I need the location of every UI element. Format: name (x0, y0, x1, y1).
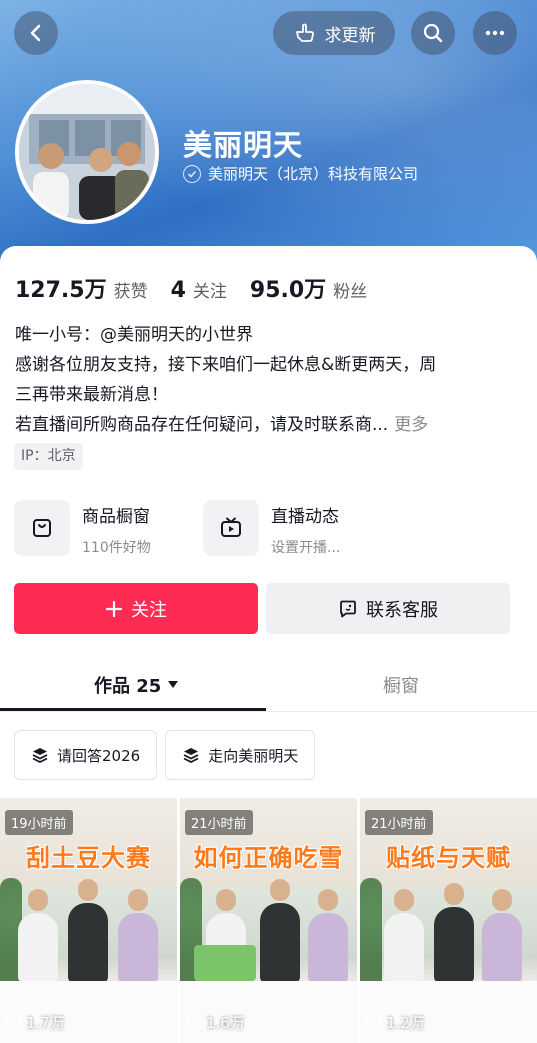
followers-label: 粉丝 (333, 282, 368, 302)
heart-icon (366, 1016, 382, 1030)
bio-line: 感谢各位朋友支持，接下来咱们一起休息&断更两天，周 (15, 355, 437, 375)
tv-icon (203, 500, 259, 556)
collection-chip[interactable]: 走向美丽明天 (165, 730, 316, 780)
video-time: 21小时前 (365, 810, 433, 835)
avatar[interactable] (15, 80, 159, 224)
video-title: 贴纸与天赋 (386, 844, 511, 872)
profile-card: 127.5万 获赞 4 关注 95.0万 粉丝 唯一小号：@美丽明天的小世界 感… (0, 246, 537, 1043)
followers-count[interactable]: 95.0万 (250, 272, 326, 304)
video-likes: 1.2万 (366, 1012, 425, 1033)
video-title: 刮土豆大赛 (26, 844, 151, 872)
video-thumbnail[interactable]: 21小时前 如何正确吃雪 1.6万 (180, 798, 357, 1043)
heart-icon (186, 1016, 202, 1030)
likes-count[interactable]: 127.5万 (15, 272, 107, 304)
video-time: 21小时前 (185, 810, 253, 835)
profile-tabs: 作品 25 橱窗 (0, 660, 537, 712)
video-likes-count: 1.2万 (386, 1014, 425, 1032)
tabs-divider (0, 711, 537, 712)
video-time: 19小时前 (5, 810, 73, 835)
shop-window-title: 商品橱窗 (82, 507, 150, 527)
chat-icon (340, 600, 356, 617)
live-status-subtitle: 设置开播... (271, 540, 341, 556)
follow-button[interactable]: 关注 (14, 583, 258, 634)
plus-icon (105, 600, 123, 617)
layers-icon (32, 748, 48, 764)
follow-label: 关注 (131, 599, 167, 621)
following-label: 关注 (192, 282, 227, 302)
likes-label: 获赞 (113, 282, 148, 302)
search-button[interactable] (411, 11, 455, 55)
bio-line: 三再带来最新消息！ (15, 385, 168, 405)
bio-line-text: 若直播间所购商品存在任何疑问，请及时联系商... (15, 415, 389, 435)
search-icon (423, 23, 443, 43)
contact-label: 联系客服 (366, 599, 438, 621)
collection-chip[interactable]: 请回答2026 (14, 730, 158, 780)
snack-bags (194, 945, 256, 981)
video-thumbnail[interactable]: 21小时前 贴纸与天赋 1.2万 (360, 798, 537, 1043)
tab-showcase[interactable]: 橱窗 (383, 672, 419, 698)
video-likes: 1.6万 (186, 1012, 245, 1033)
video-likes-count: 1.6万 (206, 1014, 245, 1032)
verified-badge-icon (183, 164, 201, 183)
live-status-entry[interactable]: 直播动态 设置开播... (203, 500, 340, 557)
video-likes-count: 1.7万 (26, 1014, 65, 1032)
collection-chips: 请回答2026 走向美丽明天 (14, 730, 316, 780)
video-thumbnail[interactable]: 19小时前 刮土豆大赛 1.7万 (0, 798, 177, 1043)
following-count[interactable]: 4 (171, 278, 186, 303)
collection-chip-label: 请回答2026 (57, 746, 141, 765)
bag-icon (14, 500, 70, 556)
profile-name: 美丽明天 (183, 128, 304, 162)
request-update-label: 求更新 (324, 25, 376, 46)
bio-more-link[interactable]: 更多 (394, 415, 428, 435)
bio-line: 唯一小号：@美丽明天的小世界 (15, 325, 253, 345)
verified-org-label: 美丽明天（北京）科技有限公司 (208, 165, 419, 183)
verified-org[interactable]: 美丽明天（北京）科技有限公司 (183, 163, 418, 184)
bio-line: 若直播间所购商品存在任何疑问，请及时联系商... 更多 (15, 410, 515, 440)
plant-decoration (360, 878, 382, 998)
ip-location-tag: IP：北京 (14, 443, 83, 470)
hand-point-icon (295, 23, 314, 42)
video-title: 如何正确吃雪 (193, 844, 344, 872)
shop-window-subtitle: 110件好物 (82, 540, 151, 556)
caret-down-icon (168, 681, 179, 688)
avatar-photo (19, 84, 155, 220)
tab-works[interactable]: 作品 25 (94, 672, 179, 698)
bio: 唯一小号：@美丽明天的小世界 感谢各位朋友支持，接下来咱们一起休息&断更两天，周… (15, 320, 515, 440)
more-icon (485, 30, 505, 36)
heart-icon (6, 1016, 22, 1030)
layers-icon (183, 748, 199, 764)
shop-window-entry[interactable]: 商品橱窗 110件好物 (14, 500, 151, 557)
collection-chip-label: 走向美丽明天 (208, 746, 299, 765)
chevron-left-icon (30, 24, 41, 42)
live-status-title: 直播动态 (271, 507, 339, 527)
more-button[interactable] (473, 11, 517, 55)
profile-page: 求更新 美丽明天 美丽明天（北京）科技有限公司 127.5万 获赞 4 关注 9… (0, 0, 537, 1043)
request-update-button[interactable]: 求更新 (273, 11, 395, 55)
tab-works-label: 作品 25 (94, 676, 162, 697)
contact-service-button[interactable]: 联系客服 (266, 583, 510, 634)
back-button[interactable] (14, 11, 58, 55)
video-grid: 19小时前 刮土豆大赛 1.7万 21小时前 如何正确吃雪 1.6万 21小时前… (0, 798, 537, 1043)
profile-stats: 127.5万 获赞 4 关注 95.0万 粉丝 (15, 272, 390, 304)
video-likes: 1.7万 (6, 1012, 65, 1033)
